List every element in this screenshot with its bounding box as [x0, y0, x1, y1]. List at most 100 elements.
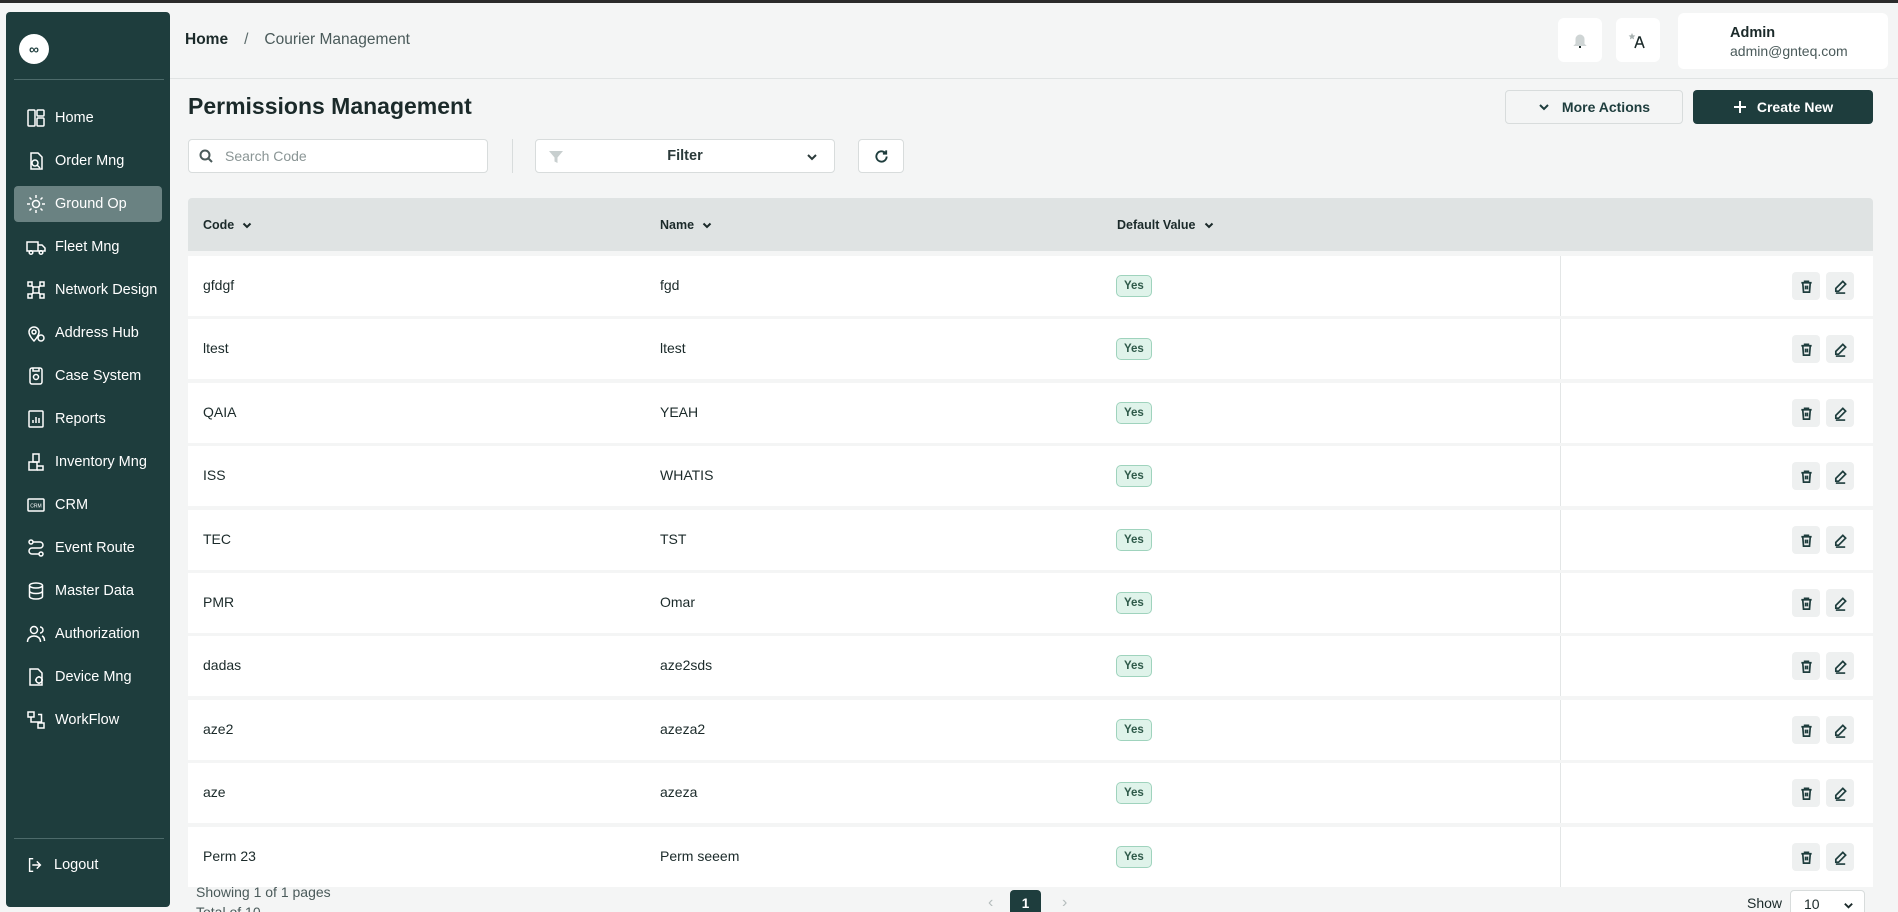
table-row[interactable]: gfdgf fgd Yes [188, 256, 1873, 316]
language-button[interactable] [1616, 18, 1660, 62]
pagination-page-1[interactable]: 1 [1010, 890, 1041, 912]
edit-button[interactable] [1826, 843, 1854, 871]
sidebar-item-fleet-mng[interactable]: Fleet Mng [14, 229, 162, 265]
sort-chevron-icon [702, 222, 712, 229]
sidebar-item-ground-op[interactable]: Ground Op [14, 186, 162, 222]
cell-code: dadas [203, 657, 242, 673]
edit-button[interactable] [1826, 335, 1854, 363]
sidebar-item-crm[interactable]: CRM CRM [14, 487, 162, 523]
notifications-button[interactable] [1558, 18, 1602, 62]
sidebar-item-home[interactable]: Home [14, 100, 162, 136]
breadcrumb-separator: / [244, 31, 249, 48]
pencil-icon [1834, 850, 1847, 865]
delete-button[interactable] [1792, 779, 1820, 807]
delete-button[interactable] [1792, 589, 1820, 617]
delete-button[interactable] [1792, 272, 1820, 300]
database-icon [26, 581, 46, 601]
filter-dropdown[interactable]: Filter [535, 139, 835, 173]
pencil-icon [1834, 786, 1847, 801]
default-value-badge: Yes [1116, 655, 1152, 677]
edit-button[interactable] [1826, 716, 1854, 744]
table-row[interactable]: ISS WHATIS Yes [188, 446, 1873, 506]
default-value-badge: Yes [1116, 275, 1152, 297]
delete-button[interactable] [1792, 399, 1820, 427]
pencil-icon [1834, 279, 1847, 294]
logout-icon [28, 857, 42, 873]
delete-button[interactable] [1792, 462, 1820, 490]
sidebar-item-master-data[interactable]: Master Data [14, 573, 162, 609]
sidebar-item-workflow[interactable]: WorkFlow [14, 702, 162, 738]
logout-label: Logout [54, 857, 99, 873]
cell-name: azeza [660, 784, 698, 800]
logout-button[interactable]: Logout [26, 856, 98, 874]
sidebar-item-label: Home [55, 110, 94, 126]
refresh-button[interactable] [858, 139, 904, 173]
cell-name: WHATIS [660, 467, 714, 483]
sidebar-item-device-mng[interactable]: Device Mng [14, 659, 162, 695]
sidebar-item-event-route[interactable]: Event Route [14, 530, 162, 566]
create-new-button[interactable]: Create New [1693, 90, 1873, 124]
edit-button[interactable] [1826, 462, 1854, 490]
crm-icon: CRM [26, 495, 46, 515]
sidebar-item-label: Authorization [55, 626, 140, 642]
table-row[interactable]: dadas aze2sds Yes [188, 636, 1873, 696]
sidebar-item-case-system[interactable]: Case System [14, 358, 162, 394]
edit-button[interactable] [1826, 589, 1854, 617]
table-row[interactable]: Perm 23 Perm seeem Yes [188, 827, 1873, 887]
edit-button[interactable] [1826, 272, 1854, 300]
more-actions-button[interactable]: More Actions [1505, 90, 1683, 124]
table-row[interactable]: aze azeza Yes [188, 763, 1873, 823]
chevron-down-icon [807, 154, 817, 161]
sidebar-item-address-hub[interactable]: Address Hub [14, 315, 162, 351]
cell-code: ltest [203, 340, 229, 356]
page-size-select[interactable]: 10 [1790, 890, 1865, 912]
cell-code: QAIA [203, 404, 237, 420]
table-row[interactable]: TEC TST Yes [188, 510, 1873, 570]
delete-button[interactable] [1792, 652, 1820, 680]
edit-button[interactable] [1826, 399, 1854, 427]
column-divider [1560, 763, 1561, 823]
trash-icon [1800, 660, 1812, 673]
column-divider [1560, 700, 1561, 760]
sidebar-item-inventory-mng[interactable]: Inventory Mng [14, 444, 162, 480]
sidebar-item-network-design[interactable]: Network Design [14, 272, 162, 308]
column-header-name[interactable]: Name [660, 218, 712, 232]
delete-button[interactable] [1792, 843, 1820, 871]
column-header-default-value[interactable]: Default Value [1117, 218, 1214, 232]
page-size-label: Show [1747, 895, 1783, 911]
app-logo[interactable]: ∞ [19, 34, 49, 64]
sidebar-item-reports[interactable]: Reports [14, 401, 162, 437]
default-value-badge: Yes [1116, 592, 1152, 614]
trash-icon [1800, 470, 1812, 483]
case-icon [26, 366, 46, 386]
column-header-code[interactable]: Code [203, 218, 252, 232]
delete-button[interactable] [1792, 716, 1820, 744]
sidebar-item-label: Case System [55, 368, 142, 384]
table-row[interactable]: PMR Omar Yes [188, 573, 1873, 633]
table-row[interactable]: aze2 azeza2 Yes [188, 700, 1873, 760]
search-input[interactable] [225, 148, 465, 164]
breadcrumb-home-link[interactable]: Home [185, 31, 228, 49]
table-row[interactable]: ltest ltest Yes [188, 319, 1873, 379]
user-profile-card[interactable]: Admin admin@gnteq.com [1678, 13, 1888, 69]
cell-name: aze2sds [660, 657, 713, 673]
delete-button[interactable] [1792, 526, 1820, 554]
cell-name: Omar [660, 594, 695, 610]
edit-button[interactable] [1826, 526, 1854, 554]
column-divider [1560, 383, 1561, 443]
default-value-badge: Yes [1116, 529, 1152, 551]
edit-button[interactable] [1826, 779, 1854, 807]
cell-name: YEAH [660, 404, 699, 420]
pagination-prev-button[interactable]: ‹ [988, 894, 993, 912]
sidebar-item-label: Device Mng [55, 669, 132, 685]
trash-icon [1800, 597, 1812, 610]
delete-button[interactable] [1792, 335, 1820, 363]
column-header-label: Code [203, 218, 235, 232]
sidebar-item-authorization[interactable]: Authorization [14, 616, 162, 652]
edit-button[interactable] [1826, 652, 1854, 680]
pagination-next-button[interactable]: › [1062, 894, 1067, 912]
sidebar-nav: Home Order Mng Ground Op Fleet Mng Network D… [14, 100, 162, 745]
search-box [188, 139, 488, 173]
table-row[interactable]: QAIA YEAH Yes [188, 383, 1873, 443]
sidebar-item-order-mng[interactable]: Order Mng [14, 143, 162, 179]
